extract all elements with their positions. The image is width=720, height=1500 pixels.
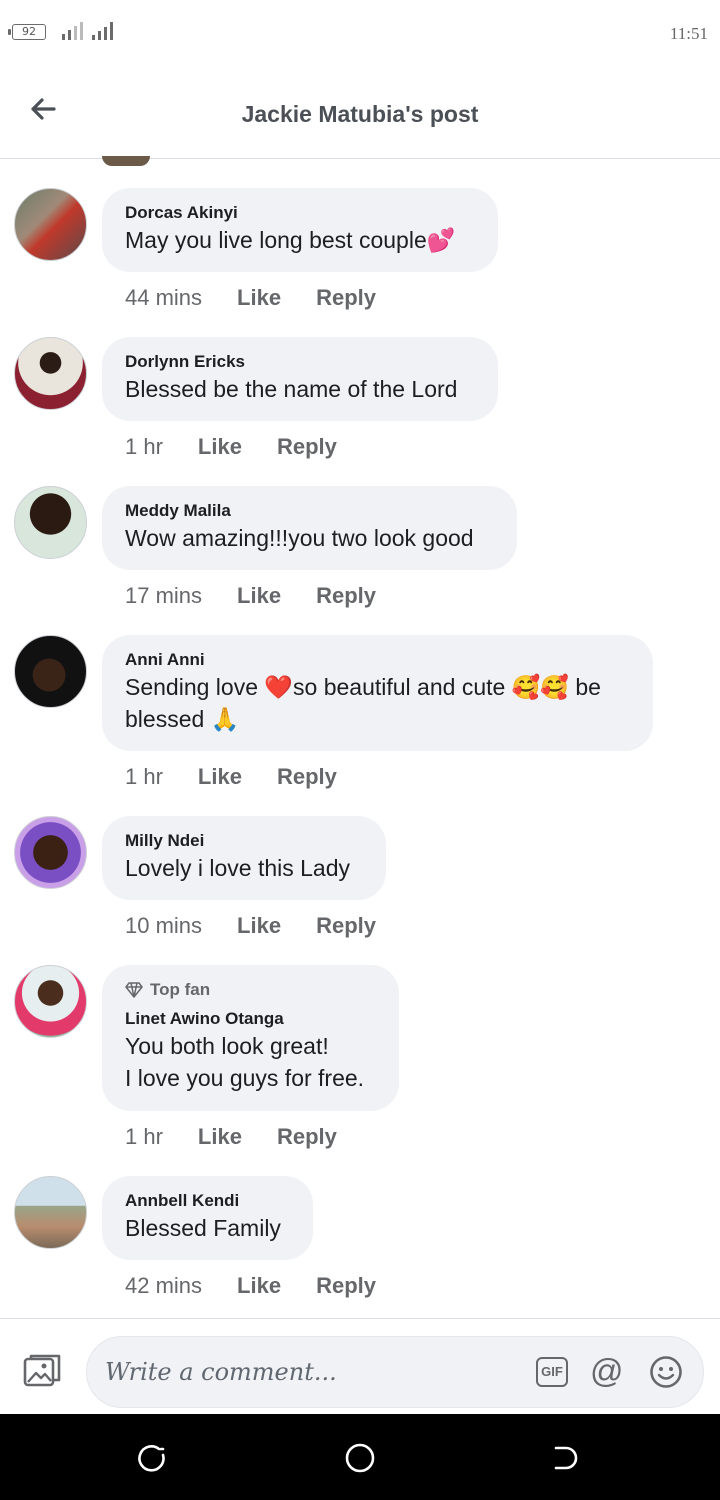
comment-time: 1 hr: [125, 1124, 163, 1149]
page-title: Jackie Matubia's post: [241, 101, 479, 127]
comment-text: You both look great! I love you guys for…: [125, 1033, 365, 1091]
comment-meta: 10 mins Like Reply: [125, 913, 376, 939]
comment-author[interactable]: Dorlynn Ericks: [125, 351, 475, 373]
comment-author[interactable]: Annbell Kendi: [125, 1190, 290, 1212]
top-fan-badge: Top fan: [125, 979, 376, 1001]
system-nav-bar: [0, 1414, 720, 1500]
comment-bubble[interactable]: Dorlynn Ericks Blessed be the name of th…: [102, 337, 498, 421]
comment-time: 17 mins: [125, 583, 203, 608]
avatar[interactable]: [14, 965, 87, 1038]
comment-bubble[interactable]: Dorcas Akinyi May you live long best cou…: [102, 188, 498, 272]
comment-meta: 1 hr Like Reply: [125, 434, 337, 460]
comment-text: Lovely i love this Lady: [125, 855, 351, 881]
comment-meta: 1 hr Like Reply: [125, 764, 337, 790]
gif-icon[interactable]: GIF: [536, 1357, 568, 1387]
reply-button[interactable]: Reply: [316, 1273, 376, 1299]
comment-author[interactable]: Dorcas Akinyi: [125, 202, 475, 224]
comment-time: 1 hr: [125, 764, 163, 789]
reply-button[interactable]: Reply: [277, 764, 337, 790]
comment-bubble[interactable]: Annbell Kendi Blessed Family: [102, 1176, 313, 1260]
comment-input-box[interactable]: GIF @: [86, 1336, 704, 1408]
like-button[interactable]: Like: [198, 764, 242, 790]
comment-time: 1 hr: [125, 434, 163, 459]
comment-meta: 1 hr Like Reply: [125, 1124, 337, 1150]
reply-button[interactable]: Reply: [277, 434, 337, 460]
back-icon[interactable]: [552, 1442, 584, 1474]
previous-avatar-peek: [102, 156, 150, 166]
like-button[interactable]: Like: [237, 1273, 281, 1299]
avatar[interactable]: [14, 486, 87, 559]
comment-author[interactable]: Anni Anni: [125, 649, 630, 671]
comment-bubble[interactable]: Top fan Linet Awino Otanga You both look…: [102, 965, 399, 1111]
comment-author[interactable]: Meddy Malila: [125, 500, 494, 522]
comment-author[interactable]: Linet Awino Otanga: [125, 1008, 376, 1030]
reply-button[interactable]: Reply: [316, 583, 376, 609]
comment-time: 42 mins: [125, 1273, 203, 1298]
signal-icon-2: [92, 18, 113, 40]
like-button[interactable]: Like: [198, 434, 242, 460]
avatar[interactable]: [14, 635, 87, 708]
photo-icon[interactable]: [22, 1353, 62, 1389]
status-bar: 92 11:51: [0, 0, 720, 66]
like-button[interactable]: Like: [237, 285, 281, 311]
comment-input[interactable]: [105, 1353, 505, 1391]
smile-icon[interactable]: [649, 1355, 683, 1389]
like-button[interactable]: Like: [237, 583, 281, 609]
comment-author[interactable]: Milly Ndei: [125, 830, 363, 852]
clock: 11:51: [669, 24, 708, 43]
comment-text: Blessed be the name of the Lord: [125, 376, 458, 402]
avatar[interactable]: [14, 816, 87, 889]
comment-bubble[interactable]: Anni Anni Sending love ❤️so beautiful an…: [102, 635, 653, 751]
comment-time: 10 mins: [125, 913, 203, 938]
avatar[interactable]: [14, 188, 87, 261]
comment-meta: 44 mins Like Reply: [125, 285, 376, 311]
at-icon[interactable]: @: [590, 1351, 624, 1391]
top-fan-label: Top fan: [150, 980, 211, 999]
signal-icon-1: [62, 18, 83, 40]
recents-icon[interactable]: [137, 1442, 169, 1474]
comment-bubble[interactable]: Meddy Malila Wow amazing!!!you two look …: [102, 486, 517, 570]
like-button[interactable]: Like: [198, 1124, 242, 1150]
reply-button[interactable]: Reply: [277, 1124, 337, 1150]
avatar[interactable]: [14, 337, 87, 410]
reply-button[interactable]: Reply: [316, 913, 376, 939]
comment-text: Sending love ❤️so beautiful and cute 🥰🥰 …: [125, 674, 601, 732]
post-header: Jackie Matubia's post: [0, 66, 720, 159]
reply-button[interactable]: Reply: [316, 285, 376, 311]
battery-icon: 92: [8, 24, 46, 40]
battery-level: 92: [22, 25, 36, 38]
comment-time: 44 mins: [125, 285, 203, 310]
home-icon[interactable]: [344, 1442, 376, 1474]
comment-meta: 17 mins Like Reply: [125, 583, 376, 609]
comment-text: Blessed Family: [125, 1215, 281, 1241]
comment-text: May you live long best couple💕: [125, 227, 456, 253]
avatar[interactable]: [14, 1176, 87, 1249]
like-button[interactable]: Like: [237, 913, 281, 939]
diamond-icon: [125, 982, 143, 998]
comment-composer: GIF @: [0, 1318, 720, 1414]
comment-text: Wow amazing!!!you two look good: [125, 525, 474, 551]
comment-bubble[interactable]: Milly Ndei Lovely i love this Lady: [102, 816, 386, 900]
comment-meta: 42 mins Like Reply: [125, 1273, 376, 1299]
